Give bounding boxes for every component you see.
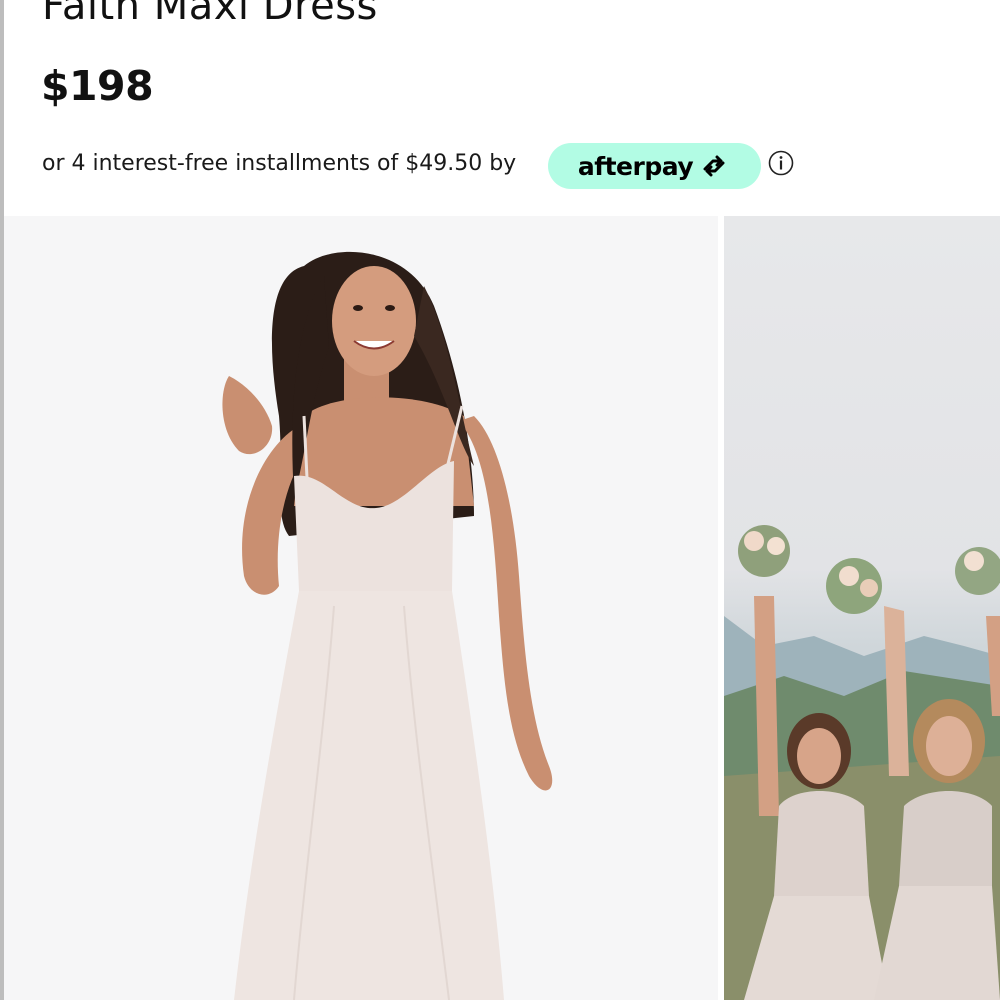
model-figure [222, 251, 553, 1000]
afterpay-badge[interactable]: afterpay [548, 143, 761, 189]
info-icon[interactable] [768, 150, 794, 176]
secondary-product-image[interactable] [724, 216, 1000, 1000]
product-gallery [4, 216, 1000, 1000]
product-price: $198 [41, 62, 154, 110]
main-product-image[interactable] [4, 216, 718, 1000]
afterpay-label: afterpay [577, 151, 694, 181]
installments-text: or 4 interest-free installments of $49.5… [42, 151, 517, 176]
afterpay-arrows-icon [703, 155, 725, 177]
bridesmaids-scene [724, 525, 1000, 1000]
product-title: Faith Maxi Dress [42, 0, 378, 29]
